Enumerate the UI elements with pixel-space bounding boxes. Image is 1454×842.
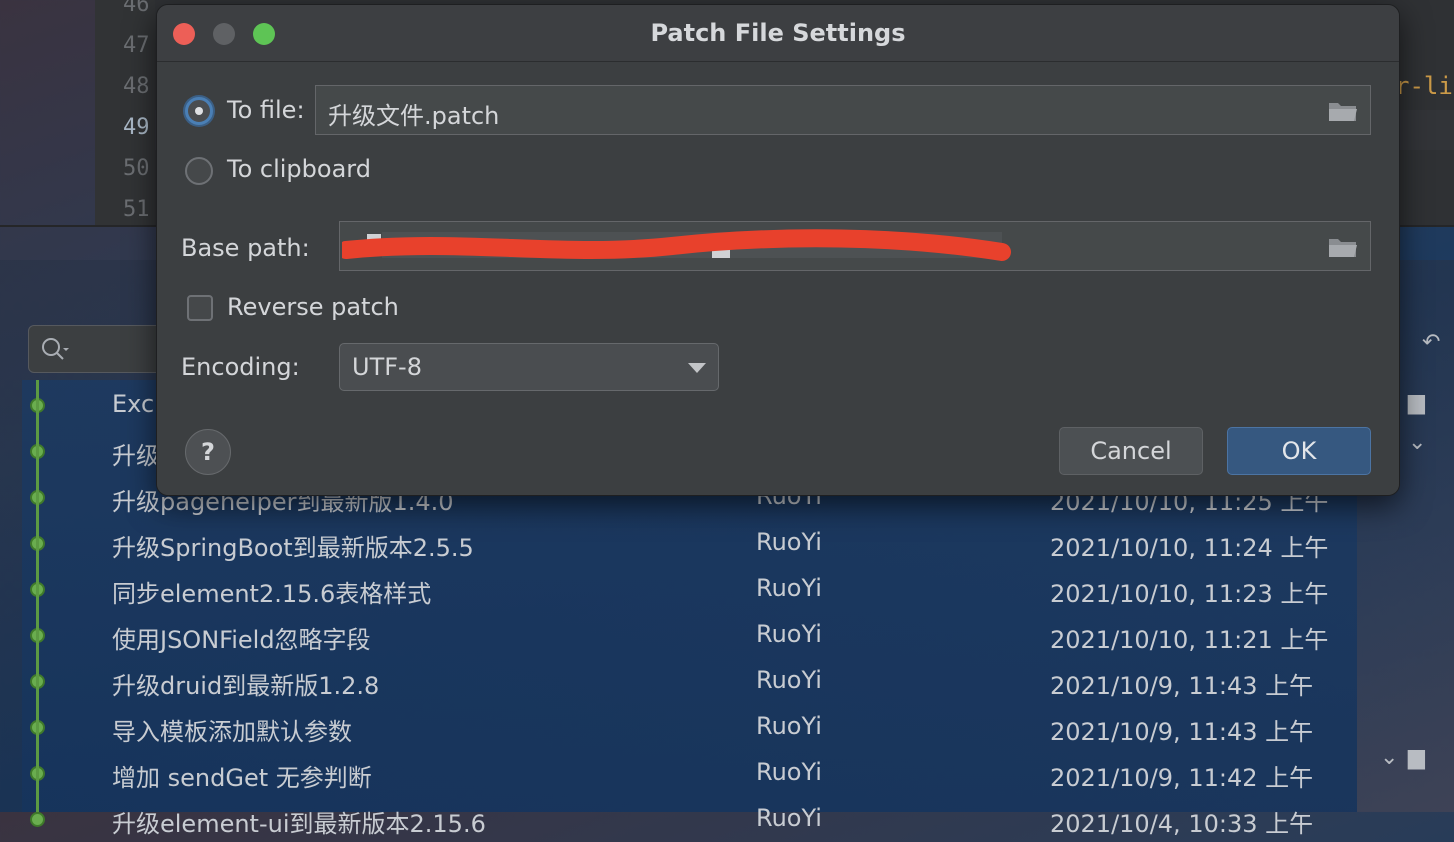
encoding-value: UTF-8 [352, 353, 422, 381]
commit-message: 升级element-ui到最新版本2.15.6 [112, 810, 486, 838]
undo-icon[interactable]: ↶ [1422, 330, 1440, 355]
to-file-label: To file: [227, 96, 305, 124]
search-icon [42, 338, 69, 360]
line-number: 47 [123, 33, 150, 58]
commit-author: RuoYi [756, 574, 822, 602]
commit-message: 升级druid到最新版1.2.8 [112, 672, 380, 700]
encoding-select[interactable]: UTF-8 [339, 343, 719, 391]
commit-date: 2021/10/10, 11:23 上午 [1050, 580, 1329, 608]
commit-date: 2021/10/10, 11:24 上午 [1050, 534, 1329, 562]
line-number: 49 [123, 115, 150, 140]
table-row[interactable]: 导入模板添加默认参数 RuoYi 2021/10/9, 11:43 上午 [22, 704, 1357, 750]
code-text: r-li [1395, 72, 1453, 100]
folder-icon[interactable]: ▆ [1408, 390, 1425, 415]
table-row[interactable]: 升级SpringBoot到最新版本2.5.5 RuoYi 2021/10/10,… [22, 520, 1357, 566]
dialog-titlebar[interactable]: Patch File Settings [157, 5, 1399, 62]
dialog-title: Patch File Settings [650, 19, 906, 47]
ok-button[interactable]: OK [1227, 427, 1371, 475]
cancel-button[interactable]: Cancel [1059, 427, 1203, 475]
folder-icon[interactable]: ▆ [1408, 745, 1425, 770]
commit-message: 增加 sendGet 无参判断 [112, 764, 372, 792]
redaction-mark [342, 229, 1011, 261]
to-clipboard-radio[interactable] [185, 157, 213, 185]
line-number: 50 [123, 156, 150, 181]
commit-author: RuoYi [756, 712, 822, 740]
commit-author: RuoYi [756, 804, 822, 832]
table-row[interactable]: 增加 sendGet 无参判断 RuoYi 2021/10/9, 11:42 上… [22, 750, 1357, 796]
line-number-gutter: 46 47 48 49 50 51 [95, 0, 155, 225]
commit-date: 2021/10/10, 11:21 上午 [1050, 626, 1329, 654]
line-number: 46 [123, 0, 150, 17]
table-row[interactable]: 同步element2.15.6表格样式 RuoYi 2021/10/10, 11… [22, 566, 1357, 612]
to-file-path-input[interactable]: 升级文件.patch [315, 85, 1371, 135]
commit-message: 导入模板添加默认参数 [112, 718, 352, 746]
reverse-patch-checkbox[interactable] [187, 295, 213, 321]
commit-author: RuoYi [756, 666, 822, 694]
folder-icon[interactable] [1328, 99, 1358, 123]
to-file-path-value: 升级文件.patch [328, 102, 500, 130]
commit-author: RuoYi [756, 758, 822, 786]
commit-author: RuoYi [756, 528, 822, 556]
line-number: 48 [123, 74, 150, 99]
patch-file-settings-dialog: Patch File Settings To file: 升级文件.patch … [156, 4, 1400, 496]
commit-message: 升级SpringBoot到最新版本2.5.5 [112, 534, 474, 562]
right-toolbar: ↶ ▆ ⌄ ⌄ ▆ [1380, 330, 1454, 810]
commit-message: Exc [112, 390, 155, 418]
commit-date: 2021/10/4, 10:33 上午 [1050, 810, 1314, 838]
help-button[interactable]: ? [185, 429, 231, 475]
chevron-down-icon[interactable]: ⌄ [1408, 430, 1426, 455]
line-number: 51 [123, 197, 150, 222]
commit-message: 升级 [112, 442, 160, 470]
commit-message: 使用JSONField忽略字段 [112, 626, 371, 654]
to-file-radio[interactable] [185, 97, 213, 125]
reverse-patch-label: Reverse patch [227, 293, 399, 321]
encoding-label: Encoding: [181, 353, 300, 381]
commit-message: 同步element2.15.6表格样式 [112, 580, 432, 608]
commit-date: 2021/10/9, 11:43 上午 [1050, 672, 1314, 700]
folder-icon[interactable] [1328, 235, 1358, 259]
commit-node-icon [30, 812, 45, 827]
commit-graph-line [36, 380, 39, 812]
table-row[interactable]: 升级element-ui到最新版本2.15.6 RuoYi 2021/10/4,… [22, 796, 1357, 842]
commit-date: 2021/10/9, 11:43 上午 [1050, 718, 1314, 746]
table-row[interactable]: 使用JSONField忽略字段 RuoYi 2021/10/10, 11:21 … [22, 612, 1357, 658]
log-search-input[interactable] [28, 325, 170, 373]
chevron-down-icon [688, 363, 706, 373]
commit-date: 2021/10/9, 11:42 上午 [1050, 764, 1314, 792]
to-clipboard-label: To clipboard [227, 155, 371, 183]
commit-author: RuoYi [756, 620, 822, 648]
base-path-label: Base path: [181, 234, 310, 262]
chevron-down-icon[interactable]: ⌄ [1380, 745, 1398, 770]
table-row[interactable]: 升级druid到最新版1.2.8 RuoYi 2021/10/9, 11:43 … [22, 658, 1357, 704]
